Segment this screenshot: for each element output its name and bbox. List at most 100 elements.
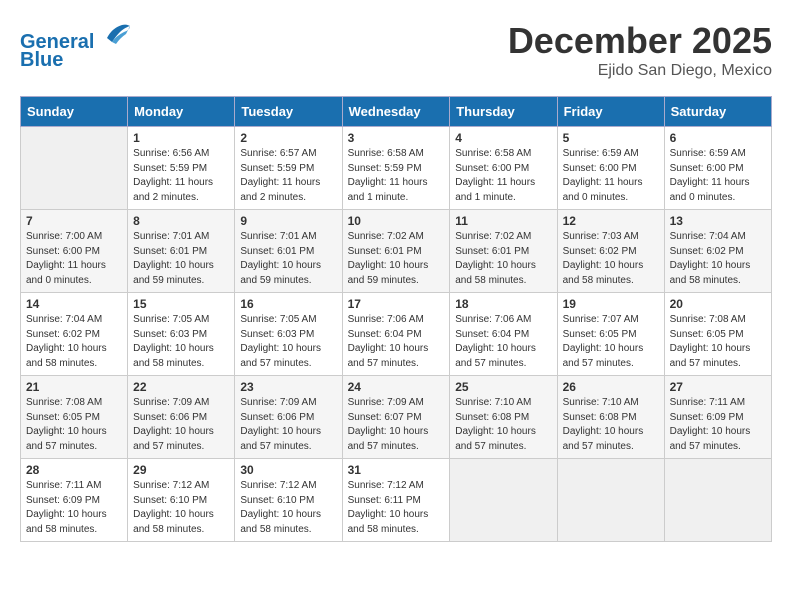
calendar-week-row: 21 Sunrise: 7:08 AMSunset: 6:05 PMDayligh… (21, 376, 772, 459)
day-info: Sunrise: 6:56 AMSunset: 5:59 PMDaylight:… (133, 147, 229, 205)
column-header-sunday: Sunday (21, 97, 128, 127)
calendar-cell: 28 Sunrise: 7:11 AMSunset: 6:09 PMDayligh… (21, 459, 128, 542)
day-info: Sunrise: 7:02 AMSunset: 6:01 PMDaylight:… (348, 230, 445, 288)
day-info: Sunrise: 7:04 AMSunset: 6:02 PMDaylight:… (670, 230, 766, 288)
calendar-cell: 14 Sunrise: 7:04 AMSunset: 6:02 PMDayligh… (21, 293, 128, 376)
day-number: 6 (670, 131, 766, 145)
day-info: Sunrise: 7:09 AMSunset: 6:06 PMDaylight:… (240, 396, 336, 454)
day-number: 21 (26, 380, 122, 394)
column-header-wednesday: Wednesday (342, 97, 450, 127)
day-info: Sunrise: 7:01 AMSunset: 6:01 PMDaylight:… (133, 230, 229, 288)
calendar-cell (557, 459, 664, 542)
day-info: Sunrise: 7:01 AMSunset: 6:01 PMDaylight:… (240, 230, 336, 288)
calendar-cell: 3 Sunrise: 6:58 AMSunset: 5:59 PMDaylight… (342, 127, 450, 210)
day-number: 24 (348, 380, 445, 394)
day-number: 22 (133, 380, 229, 394)
calendar-cell: 21 Sunrise: 7:08 AMSunset: 6:05 PMDayligh… (21, 376, 128, 459)
day-info: Sunrise: 7:12 AMSunset: 6:10 PMDaylight:… (240, 479, 336, 537)
day-number: 17 (348, 297, 445, 311)
day-info: Sunrise: 7:04 AMSunset: 6:02 PMDaylight:… (26, 313, 122, 371)
day-number: 16 (240, 297, 336, 311)
day-info: Sunrise: 7:06 AMSunset: 6:04 PMDaylight:… (348, 313, 445, 371)
day-number: 15 (133, 297, 229, 311)
calendar-cell: 23Sunrise: 7:09 AMSunset: 6:06 PMDayligh… (235, 376, 342, 459)
day-number: 8 (133, 214, 229, 228)
location-subtitle: Ejido San Diego, Mexico (508, 62, 772, 80)
day-info: Sunrise: 7:05 AMSunset: 6:03 PMDaylight:… (240, 313, 336, 371)
day-info: Sunrise: 6:59 AMSunset: 6:00 PMDaylight:… (670, 147, 766, 205)
day-info: Sunrise: 7:00 AMSunset: 6:00 PMDaylight:… (26, 230, 122, 288)
day-number: 25 (455, 380, 551, 394)
calendar-cell: 4Sunrise: 6:58 AMSunset: 6:00 PMDaylight… (450, 127, 557, 210)
day-info: Sunrise: 7:02 AMSunset: 6:01 PMDaylight:… (455, 230, 551, 288)
month-title: December 2025 (508, 20, 772, 62)
calendar-cell (21, 127, 128, 210)
calendar-cell: 1 Sunrise: 6:56 AMSunset: 5:59 PMDaylight… (128, 127, 235, 210)
calendar-cell: 16 Sunrise: 7:05 AMSunset: 6:03 PMDayligh… (235, 293, 342, 376)
logo-blue: Blue (20, 49, 63, 71)
day-info: Sunrise: 7:10 AMSunset: 6:08 PMDaylight:… (455, 396, 551, 454)
day-number: 28 (26, 463, 122, 477)
calendar-cell: 2Sunrise: 6:57 AMSunset: 5:59 PMDaylight… (235, 127, 342, 210)
day-number: 7 (26, 214, 122, 228)
day-number: 29 (133, 463, 229, 477)
day-number: 30 (240, 463, 336, 477)
day-info: Sunrise: 7:08 AMSunset: 6:05 PMDaylight:… (26, 396, 122, 454)
day-info: Sunrise: 7:12 AMSunset: 6:11 PMDaylight:… (348, 479, 445, 537)
calendar-cell: 11 Sunrise: 7:02 AMSunset: 6:01 PMDayligh… (450, 210, 557, 293)
calendar-cell: 20 Sunrise: 7:08 AMSunset: 6:05 PMDayligh… (664, 293, 771, 376)
day-number: 31 (348, 463, 445, 477)
column-header-saturday: Saturday (664, 97, 771, 127)
calendar-cell: 26 Sunrise: 7:10 AMSunset: 6:08 PMDayligh… (557, 376, 664, 459)
day-number: 9 (240, 214, 336, 228)
calendar-cell: 29Sunrise: 7:12 AMSunset: 6:10 PMDayligh… (128, 459, 235, 542)
day-info: Sunrise: 7:03 AMSunset: 6:02 PMDaylight:… (563, 230, 659, 288)
calendar-cell (450, 459, 557, 542)
calendar-cell: 15 Sunrise: 7:05 AMSunset: 6:03 PMDayligh… (128, 293, 235, 376)
page-header: General Blue December 2025 Ejido San Die… (20, 20, 772, 80)
calendar-cell: 7 Sunrise: 7:00 AMSunset: 6:00 PMDaylight… (21, 210, 128, 293)
calendar-table: SundayMondayTuesdayWednesdayThursdayFrid… (20, 96, 772, 542)
day-number: 14 (26, 297, 122, 311)
calendar-cell: 5 Sunrise: 6:59 AMSunset: 6:00 PMDaylight… (557, 127, 664, 210)
calendar-cell: 31 Sunrise: 7:12 AMSunset: 6:11 PMDayligh… (342, 459, 450, 542)
calendar-cell: 18Sunrise: 7:06 AMSunset: 6:04 PMDayligh… (450, 293, 557, 376)
day-number: 20 (670, 297, 766, 311)
calendar-cell: 12 Sunrise: 7:03 AMSunset: 6:02 PMDayligh… (557, 210, 664, 293)
logo: General Blue (20, 20, 132, 71)
calendar-cell: 27Sunrise: 7:11 AMSunset: 6:09 PMDayligh… (664, 376, 771, 459)
day-info: Sunrise: 7:07 AMSunset: 6:05 PMDaylight:… (563, 313, 659, 371)
column-header-friday: Friday (557, 97, 664, 127)
calendar-cell: 17 Sunrise: 7:06 AMSunset: 6:04 PMDayligh… (342, 293, 450, 376)
day-number: 5 (563, 131, 659, 145)
day-number: 19 (563, 297, 659, 311)
day-info: Sunrise: 6:58 AMSunset: 6:00 PMDaylight:… (455, 147, 551, 205)
day-info: Sunrise: 6:58 AMSunset: 5:59 PMDaylight:… (348, 147, 445, 205)
day-number: 11 (455, 214, 551, 228)
column-header-tuesday: Tuesday (235, 97, 342, 127)
calendar-cell: 25 Sunrise: 7:10 AMSunset: 6:08 PMDayligh… (450, 376, 557, 459)
calendar-cell: 30 Sunrise: 7:12 AMSunset: 6:10 PMDayligh… (235, 459, 342, 542)
calendar-cell: 9 Sunrise: 7:01 AMSunset: 6:01 PMDaylight… (235, 210, 342, 293)
day-info: Sunrise: 7:05 AMSunset: 6:03 PMDaylight:… (133, 313, 229, 371)
calendar-header-row: SundayMondayTuesdayWednesdayThursdayFrid… (21, 97, 772, 127)
day-number: 3 (348, 131, 445, 145)
day-info: Sunrise: 6:57 AMSunset: 5:59 PMDaylight:… (240, 147, 336, 205)
calendar-cell: 22Sunrise: 7:09 AMSunset: 6:06 PMDayligh… (128, 376, 235, 459)
day-number: 26 (563, 380, 659, 394)
calendar-cell: 13Sunrise: 7:04 AMSunset: 6:02 PMDayligh… (664, 210, 771, 293)
day-number: 12 (563, 214, 659, 228)
day-number: 1 (133, 131, 229, 145)
calendar-week-row: 28 Sunrise: 7:11 AMSunset: 6:09 PMDayligh… (21, 459, 772, 542)
day-number: 27 (670, 380, 766, 394)
calendar-week-row: 7 Sunrise: 7:00 AMSunset: 6:00 PMDaylight… (21, 210, 772, 293)
day-info: Sunrise: 7:10 AMSunset: 6:08 PMDaylight:… (563, 396, 659, 454)
day-number: 10 (348, 214, 445, 228)
column-header-monday: Monday (128, 97, 235, 127)
day-info: Sunrise: 7:08 AMSunset: 6:05 PMDaylight:… (670, 313, 766, 371)
day-info: Sunrise: 7:06 AMSunset: 6:04 PMDaylight:… (455, 313, 551, 371)
day-info: Sunrise: 6:59 AMSunset: 6:00 PMDaylight:… (563, 147, 659, 205)
day-info: Sunrise: 7:11 AMSunset: 6:09 PMDaylight:… (26, 479, 122, 537)
column-header-thursday: Thursday (450, 97, 557, 127)
calendar-cell: 10 Sunrise: 7:02 AMSunset: 6:01 PMDayligh… (342, 210, 450, 293)
